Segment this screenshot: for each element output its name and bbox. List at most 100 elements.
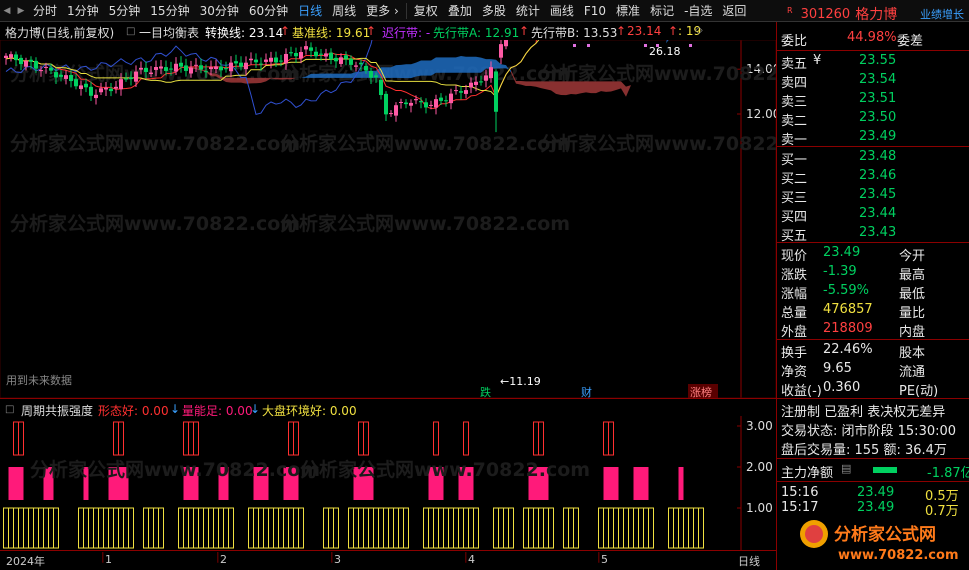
toolbar-item[interactable]: 画线	[545, 2, 579, 19]
toolbar-item[interactable]: 分时	[28, 2, 62, 19]
cloud-segment	[256, 77, 261, 84]
candle-body	[134, 71, 138, 82]
resonance-bar-l1	[278, 507, 284, 549]
cloud-segment	[251, 77, 256, 84]
resonance-bar-l1	[503, 507, 509, 549]
candle-body	[219, 66, 223, 71]
scroll-left-icon[interactable]: ◀	[0, 6, 14, 16]
stat-row: 现价 23.49 今开	[777, 244, 969, 264]
resonance-bar-l1	[463, 507, 469, 549]
after-hours-volume: 盘后交易量: 155 额: 36.4万	[781, 443, 947, 458]
toolbar-item[interactable]: 复权	[409, 2, 443, 19]
resonance-bar-l1	[143, 507, 149, 549]
cloud-segment	[341, 73, 346, 78]
resonance-bar-l1	[433, 507, 439, 549]
resonance-bar-l1	[398, 507, 404, 549]
stat2-row: 净资 9.65 流通	[777, 360, 969, 380]
candle-body	[64, 75, 68, 79]
candle-body	[484, 75, 488, 81]
candle-body	[404, 102, 408, 105]
resonance-bar-l1	[673, 507, 679, 549]
candle-body	[194, 64, 198, 66]
candle-body	[264, 59, 268, 62]
indicator-name[interactable]: 一目均衡表	[139, 24, 199, 41]
cloud-segment	[411, 62, 416, 79]
down-arrow-icon: ↓	[250, 402, 261, 416]
toolbar-item[interactable]: 標准	[611, 2, 645, 19]
candle-body	[14, 54, 18, 61]
resonance-bar-l1	[53, 507, 59, 549]
cloud-segment	[146, 58, 151, 61]
cloud-segment	[626, 85, 631, 97]
weibi-value: 44.98%	[847, 30, 897, 45]
resonance-bar-l3	[463, 421, 469, 456]
bid-label: 买三	[781, 191, 808, 206]
toolbar-item[interactable]: 叠加	[443, 2, 477, 19]
resonance-bar-l1	[528, 507, 534, 549]
resonance-bar-l1	[33, 507, 39, 549]
toolbar-item[interactable]: F10	[579, 4, 611, 18]
candle-body	[99, 88, 103, 93]
watermark-url: www.70822.com	[838, 548, 959, 563]
indicator-menu-icon[interactable]: □	[126, 26, 135, 37]
cloud-segment	[551, 81, 556, 94]
resonance-bar-l1	[678, 507, 684, 549]
down-arrow-icon: ↓	[170, 402, 181, 416]
toolbar-item[interactable]: 1分钟	[62, 2, 104, 19]
toolbar-item[interactable]: -自选	[679, 2, 717, 19]
sub-menu-icon[interactable]: □	[5, 404, 14, 415]
scroll-right-icon[interactable]: ▶	[14, 6, 28, 16]
candle-body	[279, 60, 283, 62]
resonance-bar-l1	[613, 507, 619, 549]
stat-right-label: 今开	[899, 249, 926, 264]
candle-body	[464, 90, 468, 94]
stat2-right-label: 流通	[899, 365, 926, 380]
event-marker[interactable]: 财	[581, 385, 592, 398]
cloud-segment	[606, 81, 611, 92]
panel-divider	[777, 242, 969, 243]
toolbar-item[interactable]: 周线	[327, 2, 361, 19]
toolbar-item[interactable]: 统计	[511, 2, 545, 19]
resonance-bar-l1	[48, 507, 54, 549]
event-marker[interactable]: 涨榜	[690, 385, 712, 398]
ask-row: 卖四 23.54	[777, 71, 969, 91]
bid-price: 23.44	[859, 206, 897, 221]
toolbar-item[interactable]: 30分钟	[195, 2, 244, 19]
cloud-segment	[476, 56, 481, 73]
performance-tab[interactable]: 业绩增长	[920, 6, 964, 22]
stock-badge: R	[787, 5, 793, 15]
ask-row: 卖一 23.49	[777, 128, 969, 148]
candle-body	[149, 72, 153, 74]
resonance-bar-l1	[508, 507, 514, 549]
candle-body	[434, 99, 438, 108]
toolbar-item[interactable]: 更多 ›	[361, 2, 404, 19]
toolbar-item[interactable]: 返回	[717, 2, 751, 19]
date-label: 4	[468, 553, 475, 566]
tick-time: 15:17	[781, 500, 819, 515]
toolbar-item[interactable]: 5分钟	[104, 2, 146, 19]
toolbar-item[interactable]: 15分钟	[145, 2, 194, 19]
up-arrow-icon: ↑	[280, 24, 291, 38]
cloud-segment	[386, 67, 391, 78]
cloud-segment	[361, 70, 366, 78]
resonance-bar-l1	[88, 507, 94, 549]
candle-body	[469, 82, 473, 88]
netflow-row: 主力净额 ▤ -1.87亿	[777, 461, 969, 481]
resonance-bar-l1	[378, 507, 384, 549]
candle-body	[139, 67, 143, 70]
stat-value: -1.39	[823, 264, 857, 279]
toolbar-item[interactable]: 60分钟	[244, 2, 293, 19]
cloud-segment	[561, 81, 566, 96]
toolbar-item[interactable]: 标记	[645, 2, 679, 19]
cloud-segment	[601, 81, 606, 92]
diamond-icon[interactable]: ◇	[695, 25, 703, 36]
candle-body	[94, 94, 98, 99]
toolbar-item[interactable]: 多股	[477, 2, 511, 19]
toolbar-item[interactable]: 日线	[293, 2, 327, 19]
event-marker[interactable]: 跌	[480, 385, 491, 398]
resonance-bar-l1	[213, 507, 219, 549]
resonance-bar-l1	[458, 507, 464, 549]
resonance-bar-l1	[568, 507, 574, 549]
netflow-menu-icon[interactable]: ▤	[841, 462, 851, 475]
candle-body	[419, 101, 423, 103]
